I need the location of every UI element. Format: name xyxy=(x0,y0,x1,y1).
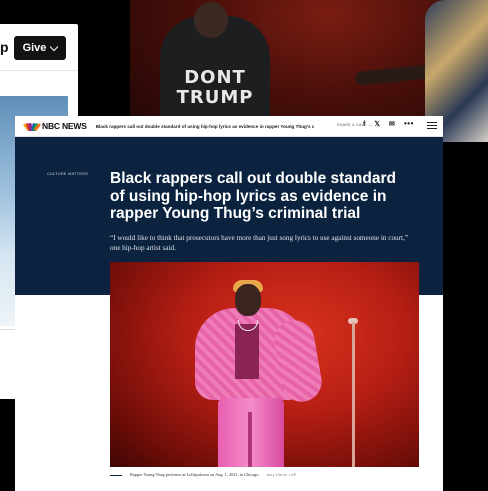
nbc-news-logo[interactable]: NBC NEWS xyxy=(22,121,87,131)
performer-head xyxy=(194,2,228,38)
section-label[interactable]: CULTURE MATTERS xyxy=(47,172,88,176)
face xyxy=(235,284,261,316)
more-options-icon[interactable]: ••• xyxy=(404,119,414,128)
facebook-icon[interactable]: f xyxy=(363,120,365,130)
logo-text: NBC NEWS xyxy=(42,121,87,131)
shirt-text-line2: TRUMP xyxy=(176,87,254,108)
shirt-print-text: DONT TRUMP xyxy=(170,68,260,108)
mic-stand xyxy=(352,322,355,467)
shirt-text-line1: DONT xyxy=(184,67,246,88)
nav-partial-text: p xyxy=(0,39,9,55)
chevron-down-icon xyxy=(50,42,59,51)
peacock-icon xyxy=(22,122,41,131)
caption-text: Rapper Young Thug performs at Lollapaloo… xyxy=(130,472,260,477)
article-headline: Black rappers call out double standard o… xyxy=(110,170,396,222)
article-main-photo xyxy=(110,262,419,467)
give-button-label: Give xyxy=(22,42,47,54)
give-button[interactable]: Give xyxy=(14,36,66,60)
photo-caption: Rapper Young Thug performs at Lollapaloo… xyxy=(130,472,296,477)
pants-seam xyxy=(248,412,252,467)
article-dek: “I would like to think that prosecutors … xyxy=(110,234,409,252)
sticky-headline: Black rappers call out double standard o… xyxy=(95,123,314,129)
inner-shirt xyxy=(235,324,259,379)
mail-icon[interactable]: ✉ xyxy=(389,120,395,130)
share-icons: f 𝕏 ✉ xyxy=(363,120,395,130)
x-twitter-icon[interactable]: 𝕏 xyxy=(374,120,380,130)
hamburger-menu-icon[interactable] xyxy=(427,122,437,131)
photo-credit: Amy Harris / AP xyxy=(266,473,297,477)
nbc-article-page: NBC NEWS Black rappers call out double s… xyxy=(15,116,443,491)
performer-arm xyxy=(354,63,436,87)
caption-rule xyxy=(110,475,122,476)
sticky-header: NBC NEWS Black rappers call out double s… xyxy=(15,116,443,137)
background-nav-bar: p Give xyxy=(0,24,78,71)
